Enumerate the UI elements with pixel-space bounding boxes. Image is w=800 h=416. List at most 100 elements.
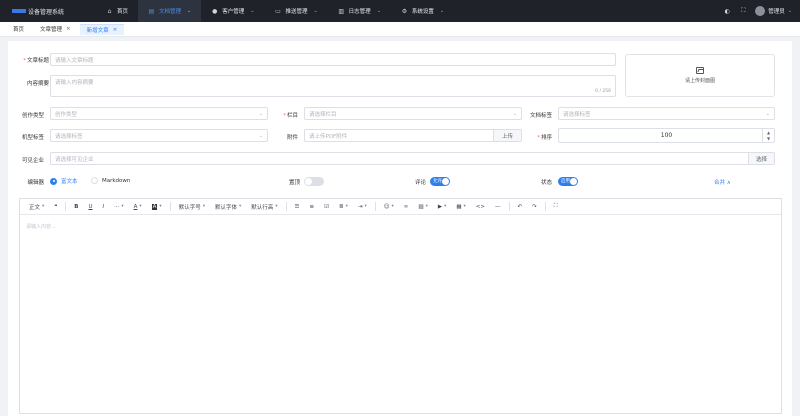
- nav-item-home[interactable]: ⌂ 首页: [96, 0, 138, 22]
- nav-item-settings[interactable]: ⚙ 系统设置 ⌄: [391, 0, 454, 22]
- radio-dot: [50, 177, 57, 185]
- app-title: 设备管理系统: [28, 8, 65, 16]
- column-label: *栏目: [283, 113, 298, 119]
- model-tag-select[interactable]: 请选择标签 ⌄: [50, 129, 268, 142]
- summary-label: 内容摘要: [26, 81, 49, 87]
- tab-new-article[interactable]: 新增文章 ×: [79, 23, 125, 35]
- top-right-tools: ◐ ⛶ 管理员 ⌄: [719, 0, 800, 22]
- quote-icon[interactable]: ❝: [49, 199, 62, 215]
- emoji-icon[interactable]: ☺ ▾: [379, 199, 399, 215]
- bg-color-icon[interactable]: A ▾: [147, 199, 167, 215]
- video-icon[interactable]: ▶ ▾: [433, 199, 452, 215]
- status-switch[interactable]: 启用: [558, 177, 578, 186]
- nav-label: 日志管理: [348, 9, 371, 15]
- visible-company-input[interactable]: 请选择可见企业 选择: [50, 152, 775, 165]
- align-icon[interactable]: ≣ ▾: [334, 199, 353, 215]
- table-icon[interactable]: ▦ ▾: [451, 199, 470, 215]
- top-switch[interactable]: [304, 177, 324, 186]
- bullet-list-icon[interactable]: ☰: [290, 199, 305, 215]
- font-family-select[interactable]: 默认字体 ▾: [210, 199, 246, 215]
- font-color-icon[interactable]: A ▾: [129, 199, 147, 215]
- user-icon: ●: [212, 7, 218, 15]
- nav-item-push[interactable]: ▭ 推送管理 ⌄: [264, 0, 327, 22]
- divider-icon[interactable]: —: [490, 199, 506, 215]
- fullscreen-icon[interactable]: ⛶: [549, 199, 563, 215]
- nav-label: 首页: [117, 9, 129, 15]
- nav-label: 推送管理: [285, 9, 308, 15]
- top-label: 置顶: [288, 180, 300, 186]
- numbered-list-icon[interactable]: ≡: [304, 199, 319, 215]
- nav-label: 文档管理: [159, 9, 182, 15]
- select-company-button[interactable]: 选择: [748, 153, 774, 164]
- image-icon[interactable]: ▨ ▾: [413, 199, 432, 215]
- chevron-up-icon[interactable]: ▲: [767, 130, 770, 135]
- underline-icon[interactable]: U: [83, 199, 97, 215]
- more-format-icon[interactable]: ··· ▾: [109, 199, 129, 215]
- editor-content-area[interactable]: 请输入内容...: [20, 215, 781, 238]
- chevron-down-icon: ⌄: [187, 8, 192, 14]
- bold-icon[interactable]: B: [69, 199, 83, 215]
- comment-switch[interactable]: 允许: [430, 177, 450, 186]
- todo-icon[interactable]: ☑: [319, 199, 334, 215]
- title-label: *文章标题: [23, 58, 49, 64]
- column-select[interactable]: 请选择栏目 ⌄: [304, 107, 522, 120]
- nav-item-documents[interactable]: ▤ 文档管理 ⌄: [138, 0, 202, 22]
- paragraph-select[interactable]: 正文 ▾: [24, 199, 49, 215]
- fullscreen-icon[interactable]: ⛶: [735, 7, 751, 15]
- tab-label: 文章管理: [40, 27, 63, 33]
- chevron-down-icon: ⌄: [250, 8, 255, 14]
- theme-toggle-icon[interactable]: ◐: [719, 8, 735, 15]
- doc-tag-select[interactable]: 请选择标签 ⌄: [558, 107, 775, 120]
- chevron-down-icon[interactable]: ⌄: [788, 8, 792, 14]
- cover-upload-label: 请上传封面图: [684, 78, 715, 84]
- chevron-down-icon[interactable]: ▼: [767, 136, 770, 141]
- collapse-toggle[interactable]: 合并 ∧: [714, 178, 731, 186]
- close-icon[interactable]: ×: [113, 27, 118, 33]
- app-logo[interactable]: 设备管理系统: [0, 0, 96, 22]
- summary-counter: 0 / 256: [595, 89, 611, 94]
- tab-home[interactable]: 首页: [6, 24, 31, 35]
- font-size-select[interactable]: 默认字号 ▾: [174, 199, 210, 215]
- code-icon[interactable]: <>: [471, 199, 490, 215]
- toolbar-divider: [544, 202, 546, 211]
- summary-textarea[interactable]: 请输入内容摘要 0 / 256: [50, 75, 616, 97]
- editor-toolbar: 正文 ▾ ❝ B U I ··· ▾ A ▾ A ▾ 默认字号 ▾ 默认字体 ▾ 默认行高 ▾…: [20, 199, 781, 215]
- close-icon[interactable]: ×: [66, 26, 71, 32]
- toolbar-divider: [169, 202, 171, 211]
- title-input[interactable]: 请输入文章标题: [50, 53, 616, 66]
- tab-article-management[interactable]: 文章管理 ×: [33, 24, 78, 35]
- page-tabs: 首页 文章管理 × 新增文章 ×: [0, 22, 800, 37]
- radio-rich-text[interactable]: 富文本: [50, 177, 78, 185]
- cover-upload[interactable]: 请上传封面图: [625, 54, 775, 97]
- stepper-arrows[interactable]: ▲ ▼: [762, 129, 774, 142]
- doc-tag-label: 文档标签: [529, 113, 552, 119]
- attachment-input[interactable]: 请上传PDF附件 上传: [304, 129, 522, 142]
- indent-icon[interactable]: ⇥ ▾: [353, 199, 372, 215]
- redo-icon[interactable]: ↷: [527, 199, 542, 215]
- nav-item-customers[interactable]: ● 客户管理 ⌄: [201, 0, 264, 22]
- image-icon: [696, 67, 704, 74]
- chevron-down-icon: ⌄: [765, 110, 770, 117]
- toolbar-divider: [65, 202, 67, 211]
- radio-markdown[interactable]: Markdown: [91, 177, 130, 184]
- link-icon[interactable]: ∞: [399, 199, 414, 215]
- avatar[interactable]: [755, 6, 766, 16]
- creation-type-select[interactable]: 创作类型 ⌄: [50, 107, 268, 120]
- toolbar-divider: [508, 202, 510, 211]
- gear-icon: ⚙: [401, 7, 408, 15]
- user-name[interactable]: 管理员: [768, 7, 785, 15]
- sort-stepper[interactable]: 100 ▲ ▼: [558, 128, 775, 143]
- nav-item-logs[interactable]: ▥ 日志管理 ⌄: [328, 0, 391, 22]
- radio-dot: [91, 177, 98, 184]
- main-nav: ⌂ 首页 ▤ 文档管理 ⌄ ● 客户管理 ⌄ ▭ 推送管理 ⌄ ▥ 日志管理 ⌄…: [96, 0, 454, 22]
- line-height-select[interactable]: 默认行高 ▾: [246, 199, 282, 215]
- sort-label: *排序: [537, 135, 552, 141]
- editor-placeholder: 请输入内容...: [26, 224, 56, 230]
- toolbar-divider: [285, 202, 287, 211]
- creation-type-label: 创作类型: [21, 113, 44, 119]
- italic-icon[interactable]: I: [97, 199, 109, 215]
- model-tag-label: 机型标签: [21, 135, 44, 141]
- status-label: 状态: [540, 180, 552, 186]
- undo-icon[interactable]: ↶: [513, 199, 528, 215]
- message-icon: ▭: [275, 7, 281, 15]
